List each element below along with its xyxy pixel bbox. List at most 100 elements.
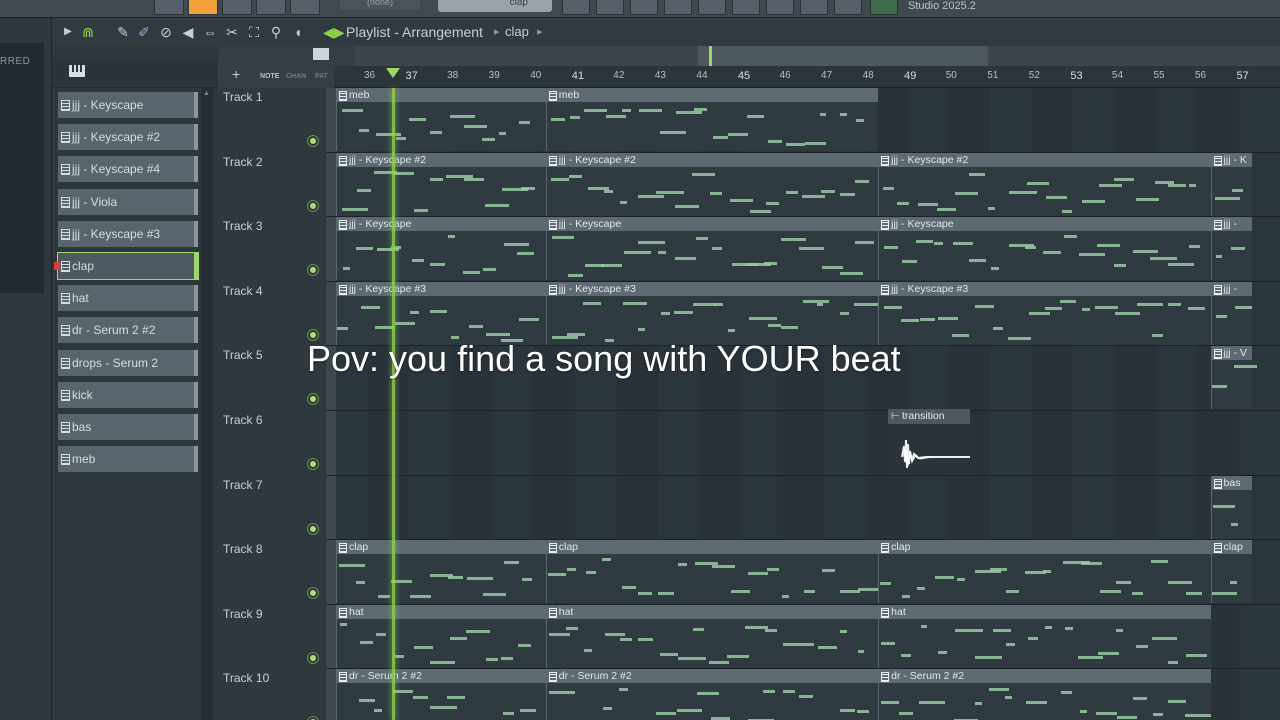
pattern-clip[interactable]: jjj - Keyscape xyxy=(545,217,879,281)
track-name[interactable]: Track 2 xyxy=(223,155,263,169)
overview-window[interactable] xyxy=(698,46,988,66)
track-name[interactable]: Track 1 xyxy=(223,90,263,104)
pattern-item[interactable]: jjj - Viola xyxy=(58,188,198,215)
pattern-clip[interactable]: jjj - Keyscape #2 xyxy=(878,152,1211,216)
toolbar-button[interactable] xyxy=(596,0,624,15)
track-name[interactable]: Track 7 xyxy=(223,478,263,492)
track-name[interactable]: Track 8 xyxy=(223,542,263,556)
track-enable-button[interactable] xyxy=(308,200,318,211)
track-name[interactable]: Track 3 xyxy=(223,219,263,233)
pattern-clip[interactable]: jjj - Keyscape xyxy=(336,217,546,281)
song-overview-scrollbar[interactable] xyxy=(355,46,1280,66)
track-name[interactable]: Track 9 xyxy=(223,607,263,621)
pattern-clip[interactable]: bas xyxy=(1210,475,1253,539)
pattern-item[interactable]: jjj - Keyscape #3 xyxy=(58,220,198,247)
toolbar-button[interactable] xyxy=(222,0,252,15)
pattern-clip[interactable]: dr - Serum 2 #2 xyxy=(336,669,546,720)
pattern-clip[interactable]: jjj - Keyscape #3 xyxy=(878,281,1211,345)
pattern-item[interactable]: hat xyxy=(58,285,198,312)
add-track-button[interactable]: + xyxy=(232,66,240,82)
playhead-marker[interactable] xyxy=(386,68,400,78)
pattern-clip[interactable]: dr - Serum 2 #2 xyxy=(545,669,879,720)
pattern-clip[interactable]: hat xyxy=(336,604,546,668)
track-enable-button[interactable] xyxy=(308,652,318,663)
pattern-clip[interactable]: jjj - V xyxy=(1210,346,1257,410)
pattern-item[interactable]: meb xyxy=(58,446,198,473)
paint-icon[interactable]: ✐ xyxy=(136,24,152,40)
record-button[interactable] xyxy=(188,0,218,15)
toolbar-button[interactable] xyxy=(698,0,726,15)
toolbar-button[interactable] xyxy=(256,0,286,15)
pattern-clip[interactable]: jjj - Keyscape xyxy=(878,217,1211,281)
zoom-icon[interactable]: ⚲ xyxy=(268,24,284,40)
pattern-clip[interactable]: jjj - Keyscape #2 xyxy=(336,152,546,216)
pattern-clip[interactable]: dr - Serum 2 #2 xyxy=(878,669,1212,720)
pattern-clip[interactable]: meb xyxy=(336,88,546,151)
select-icon[interactable]: ⛶ xyxy=(246,24,262,40)
transition-clip[interactable]: transition xyxy=(888,409,970,475)
toolbar-button[interactable] xyxy=(870,0,898,15)
toolbar-button[interactable] xyxy=(834,0,862,15)
track-lane[interactable]: meb meb xyxy=(326,88,1280,153)
piano-roll-icon[interactable] xyxy=(313,48,329,60)
track-enable-button[interactable] xyxy=(308,136,318,146)
pattern-item[interactable]: dr - Serum 2 #2 xyxy=(58,317,198,344)
mute-icon[interactable]: ◀ xyxy=(180,24,196,40)
pencil-icon[interactable]: ✎ xyxy=(115,24,131,40)
track-name[interactable]: Track 6 xyxy=(223,413,263,427)
pattern-none-selector[interactable]: (none) xyxy=(340,0,420,10)
pattern-clip[interactable]: jjj - xyxy=(1210,217,1253,281)
pattern-selector[interactable]: clap xyxy=(438,0,552,12)
timeline-ruler[interactable]: 36 37 38 39 40 41 42 43 44 45 46 47 48 49 50 51 52 53 54 55… xyxy=(334,66,1280,88)
track-name[interactable]: Track 5 xyxy=(223,348,263,362)
track-lane[interactable]: jjj - Keyscape jjj - Keyscape jjj - Keysca… xyxy=(326,217,1280,282)
pattern-clip[interactable]: clap xyxy=(878,540,1211,604)
track-enable-button[interactable] xyxy=(308,265,318,276)
speaker-icon[interactable]: ◖ xyxy=(290,24,306,40)
track-lane[interactable]: hat hat hat xyxy=(326,604,1280,670)
track-lane[interactable]: clap clap clap clap xyxy=(326,540,1280,605)
track-enable-button[interactable] xyxy=(308,523,318,534)
toolbar-button[interactable] xyxy=(766,0,794,15)
track-lane[interactable] xyxy=(326,411,1280,476)
track-enable-button[interactable] xyxy=(308,588,318,599)
piano-icon[interactable] xyxy=(69,65,85,77)
slice-icon[interactable]: ✂ xyxy=(224,24,240,40)
track-lane[interactable]: dr - Serum 2 #2 dr - Serum 2 #2 dr - Serum… xyxy=(326,669,1280,720)
track-enable-button[interactable] xyxy=(308,394,318,405)
pattern-clip[interactable]: meb xyxy=(545,88,879,151)
pattern-clip[interactable]: hat xyxy=(545,604,879,668)
pattern-item[interactable]: jjj - Keyscape xyxy=(58,92,198,118)
toolbar-button[interactable] xyxy=(630,0,658,15)
playlist-lanes[interactable]: meb meb jjj - Keyscape #2 jjj - Keyscape #2… xyxy=(326,88,1280,720)
picker-scrollbar[interactable] xyxy=(201,88,213,720)
pattern-clip[interactable]: hat xyxy=(878,604,1211,668)
track-name[interactable]: Track 10 xyxy=(223,671,269,685)
delete-icon[interactable]: ⊘ xyxy=(158,24,174,40)
toolbar-button[interactable] xyxy=(562,0,590,15)
toolbar-button[interactable] xyxy=(290,0,320,15)
pattern-item[interactable]: drops - Serum 2 xyxy=(58,349,198,376)
toolbar-button[interactable] xyxy=(732,0,760,15)
pattern-clip[interactable]: clap xyxy=(1210,540,1253,604)
pattern-clip[interactable]: jjj - Keyscape #2 xyxy=(545,152,879,216)
breadcrumb-pattern[interactable]: clap xyxy=(505,24,529,39)
track-lane[interactable]: jjj - Keyscape #2 jjj - Keyscape #2 jjj - … xyxy=(326,152,1280,218)
toolbar-button[interactable] xyxy=(800,0,828,15)
pattern-item[interactable]: bas xyxy=(58,413,198,440)
pattern-clip[interactable]: clap xyxy=(545,540,882,604)
pattern-item[interactable]: jjj - Keyscape #2 xyxy=(58,124,198,151)
pattern-clip[interactable]: jjj - K xyxy=(1210,152,1253,216)
pattern-clip[interactable]: jjj - Keyscape #3 xyxy=(545,281,879,345)
pattern-item[interactable]: jjj - Keyscape #4 xyxy=(58,156,198,183)
track-name[interactable]: Track 4 xyxy=(223,284,263,298)
slip-icon[interactable]: ⇔ xyxy=(202,24,218,40)
toolbar-button[interactable] xyxy=(154,0,184,15)
pattern-item[interactable]: kick xyxy=(58,381,198,408)
track-lane[interactable]: jjj - Keyscape #3 jjj - Keyscape #3 jjj - … xyxy=(326,281,1280,347)
pattern-clip[interactable]: jjj - Keyscape #3 xyxy=(336,281,546,345)
magnet-icon[interactable]: ⋒ xyxy=(80,24,96,40)
track-lane[interactable]: bas xyxy=(326,475,1280,541)
play-icon[interactable]: ▶ xyxy=(60,24,76,40)
toolbar-button[interactable] xyxy=(664,0,692,15)
